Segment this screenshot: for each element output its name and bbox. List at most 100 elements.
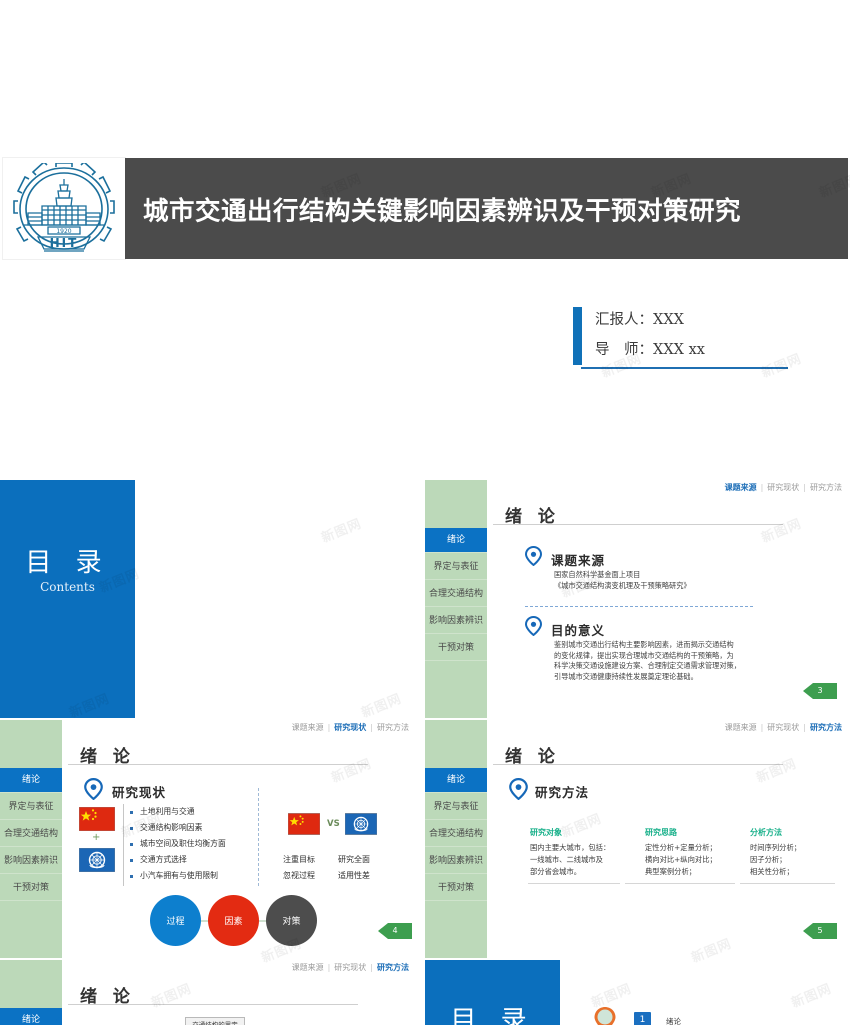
sidebar-item-3[interactable]: 影响因素辨识 — [425, 609, 487, 634]
section-divider — [525, 606, 753, 607]
map-pin-icon — [594, 1007, 616, 1025]
bullet-marker — [130, 875, 133, 878]
slide-definition-partial[interactable]: 绪论 课题来源 | 研究现状 | 研究方法 绪 论 交通结构的界定 — [0, 960, 417, 1025]
slide-toc-partial[interactable]: 目 录 1 绪论 — [425, 960, 850, 1025]
factor-circle[interactable]: 因素 — [208, 895, 259, 946]
watermark: 新图网 — [759, 351, 805, 382]
method-line: 时间序列分析； — [750, 843, 802, 852]
method-line: 横向对比+纵向对比； — [645, 855, 717, 864]
slide5-heading: 研究方法 — [535, 785, 590, 800]
slide4-topnav[interactable]: 课题来源 | 研究现状 | 研究方法 — [292, 722, 409, 733]
topnav-item-0[interactable]: 课题来源 — [292, 963, 324, 972]
toc-item-number-partial: 1 — [634, 1012, 651, 1025]
sidebar-active-arrow-icon — [481, 775, 487, 785]
slide3-topnav[interactable]: 课题来源 | 研究现状 | 研究方法 — [725, 482, 842, 493]
slide-introduction-source[interactable]: 绪论 界定与表征 合理交通结构 影响因素辨识 干预对策 课题来源 | 研究现状 | 研究… — [425, 480, 850, 718]
compare-right-0: 研究全面 — [338, 855, 370, 864]
method-line: 定性分析+定量分析； — [645, 843, 717, 852]
topnav-item-1[interactable]: 研究现状 — [334, 723, 366, 732]
status-bullet-4: 小汽车拥有与使用限制 — [140, 871, 218, 880]
sidebar-item-4[interactable]: 干预对策 — [0, 876, 62, 901]
sidebar-active-arrow-icon — [56, 1015, 62, 1025]
bullet-marker — [130, 859, 133, 862]
sidebar-item-1[interactable]: 界定与表征 — [425, 555, 487, 580]
logo-year-text: 1920 — [56, 228, 71, 235]
toc-item-label-partial: 绪论 — [666, 1017, 681, 1025]
slide5-topnav[interactable]: 课题来源 | 研究现状 | 研究方法 — [725, 722, 842, 733]
countermeasure-circle[interactable]: 对策 — [266, 895, 317, 946]
status-bullet-1: 交通结构影响因素 — [140, 823, 203, 832]
sidebar-item-0[interactable]: 绪论 — [425, 768, 487, 793]
hit-university-logo: 1920 HIT — [3, 158, 125, 259]
method-col-0-rule — [528, 883, 620, 884]
toc-title-cn: 目 录 — [25, 548, 110, 578]
title-banner: 城市交通出行结构关键影响因素辨识及干预对策研究 — [125, 158, 848, 259]
slide3-page-number: 3 — [803, 683, 837, 699]
sidebar-item-2[interactable]: 合理交通结构 — [425, 582, 487, 607]
topnav-item-0[interactable]: 课题来源 — [292, 723, 324, 732]
sidebar-item-4[interactable]: 干预对策 — [425, 636, 487, 661]
hit-logo-icon: 1920 HIT — [13, 162, 115, 252]
slide-introduction-method[interactable]: 绪论 界定与表征 合理交通结构 影响因素辨识 干预对策 课题来源 | 研究现状 | 研究… — [425, 720, 850, 958]
slide-introduction-status[interactable]: 绪论 界定与表征 合理交通结构 影响因素辨识 干预对策 课题来源 | 研究现状 | 研究… — [0, 720, 417, 958]
slide6-topnav[interactable]: 课题来源 | 研究现状 | 研究方法 — [292, 962, 409, 973]
plus-symbol: + — [92, 832, 101, 843]
toc-title-en: Contents — [40, 580, 95, 594]
slide3-section-0-body: 国家自然科学基金面上项目 《城市交通结构演变机理及干预策略研究》 — [554, 570, 691, 590]
slide5-page-number: 5 — [803, 923, 837, 939]
sidebar-item-0[interactable]: 绪论 — [425, 528, 487, 553]
topnav-item-1[interactable]: 研究现状 — [334, 963, 366, 972]
bullet-marker — [130, 811, 133, 814]
topnav-item-2[interactable]: 研究方法 — [377, 963, 409, 972]
sidebar-item-0[interactable]: 绪论 — [0, 1008, 62, 1025]
presenter-underline — [581, 367, 788, 369]
vs-label: VS — [327, 819, 340, 829]
topnav-item-2[interactable]: 研究方法 — [810, 483, 842, 492]
presentation-title: 城市交通出行结构关键影响因素辨识及干预对策研究 — [143, 196, 742, 226]
method-col-1-rule — [625, 883, 735, 884]
method-col-1-body: 定性分析+定量分析； 横向对比+纵向对比； 典型案例分析； — [645, 842, 740, 878]
slide6-title-rule — [68, 1004, 358, 1005]
compare-left-1: 忽视过程 — [283, 871, 315, 880]
location-pin-icon — [84, 778, 103, 800]
presenter-accent-bar — [573, 307, 582, 365]
sidebar-item-1[interactable]: 界定与表征 — [425, 795, 487, 820]
process-circle[interactable]: 过程 — [150, 895, 201, 946]
topnav-item-0[interactable]: 课题来源 — [725, 723, 757, 732]
sidebar-item-3[interactable]: 影响因素辨识 — [0, 849, 62, 874]
status-bullet-3: 交通方式选择 — [140, 855, 187, 864]
slide3-section-1-body: 鉴别城市交通出行结构主要影响因素，进而揭示交通结构 的变化规律，提出实现合理城市… — [554, 640, 741, 681]
topnav-item-0[interactable]: 课题来源 — [725, 483, 757, 492]
presenter-name-line: 汇报人：XXX — [595, 312, 684, 328]
toc-left-panel: 目 录 Contents — [0, 480, 135, 718]
sidebar-item-4[interactable]: 干预对策 — [425, 876, 487, 901]
sidebar-item-2[interactable]: 合理交通结构 — [425, 822, 487, 847]
topnav-item-1[interactable]: 研究现状 — [767, 483, 799, 492]
method-col-1-header: 研究思路 — [645, 828, 677, 837]
method-line: 相关性分析； — [750, 867, 794, 876]
compare-left-0: 注重目标 — [283, 855, 315, 864]
deck-preview-page: 1920 HIT 城市交通出行结构关键影响因素辨识及干预对策研究 汇报人：XXX… — [0, 0, 850, 1025]
slide4-heading: 研究现状 — [112, 785, 167, 800]
slide3-section-0-heading: 课题来源 — [551, 553, 606, 568]
logo-hit-text: HIT — [50, 236, 79, 250]
method-line: 国内主要大城市，包括： — [530, 843, 611, 852]
topnav-item-1[interactable]: 研究现状 — [767, 723, 799, 732]
location-pin-icon — [525, 616, 542, 636]
toc-title-cn-partial: 目 录 — [450, 1006, 535, 1025]
bullets-left-divider — [123, 804, 124, 886]
sidebar-item-2[interactable]: 合理交通结构 — [0, 822, 62, 847]
title-slide-header: 1920 HIT 城市交通出行结构关键影响因素辨识及干预对策研究 — [3, 158, 848, 259]
location-pin-icon — [509, 778, 528, 800]
sidebar-item-3[interactable]: 影响因素辨识 — [425, 849, 487, 874]
sidebar-item-1[interactable]: 界定与表征 — [0, 795, 62, 820]
definition-box[interactable]: 交通结构的界定 — [185, 1017, 245, 1025]
slide-toc[interactable]: 目 录 Contents 1 绪论 2 城市交通结构的界定与表征 3 城市合理交… — [0, 480, 417, 718]
sidebar-item-0[interactable]: 绪论 — [0, 768, 62, 793]
bullet-marker — [130, 843, 133, 846]
method-col-0-header: 研究对象 — [530, 828, 562, 837]
china-flag-icon — [288, 813, 320, 835]
un-flag-icon — [345, 813, 377, 835]
topnav-item-2[interactable]: 研究方法 — [810, 723, 842, 732]
topnav-item-2[interactable]: 研究方法 — [377, 723, 409, 732]
